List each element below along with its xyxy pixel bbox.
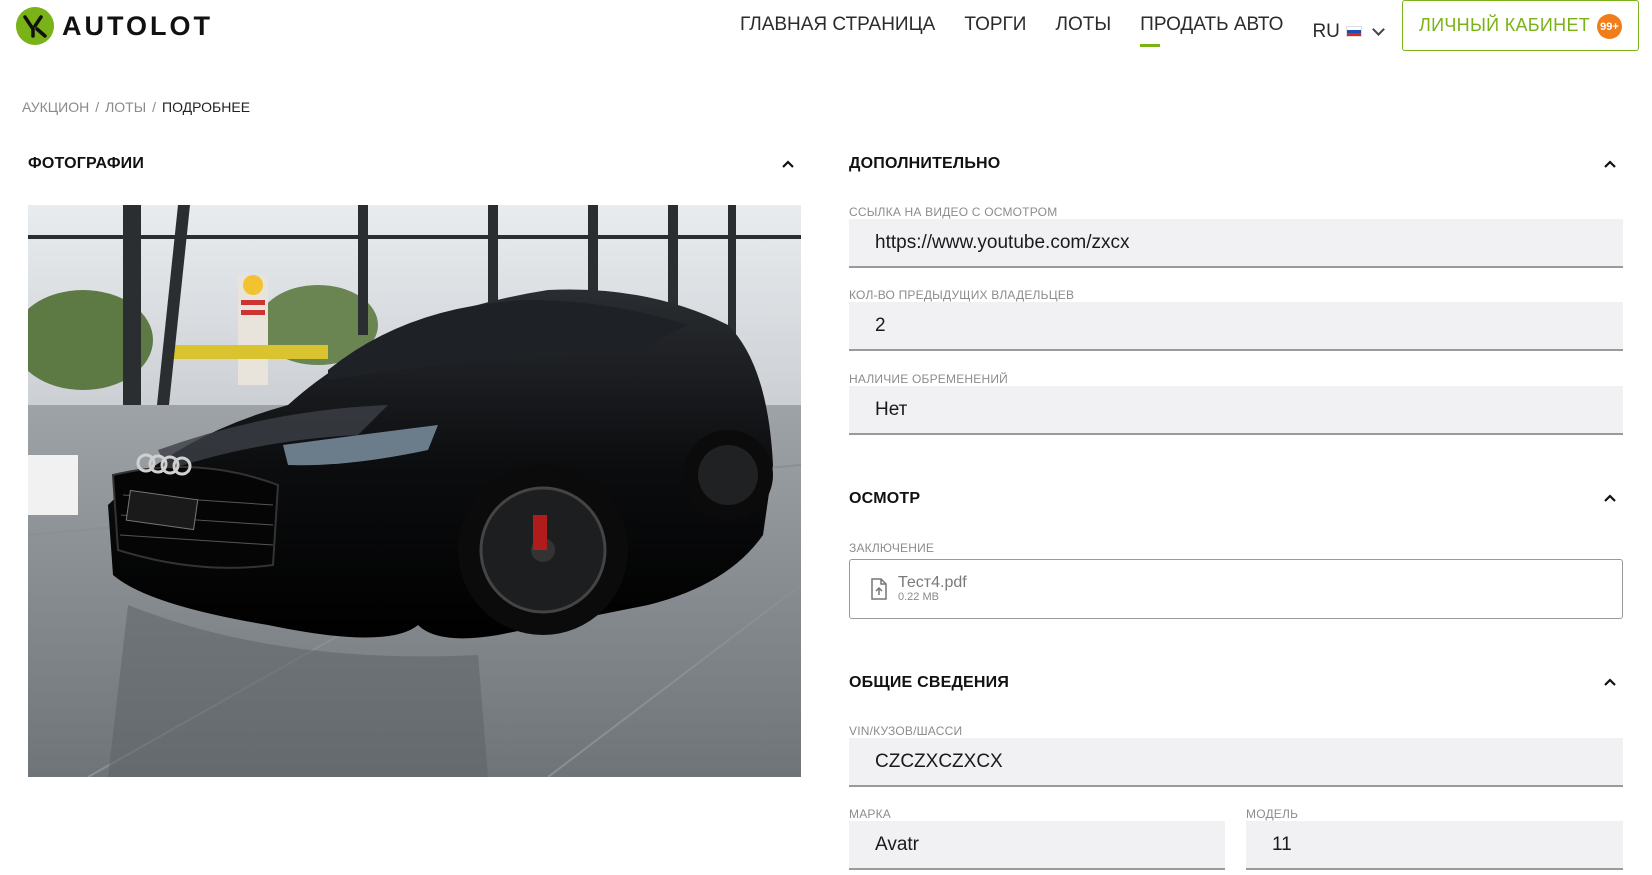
breadcrumb-lots[interactable]: ЛОТЫ (105, 99, 146, 115)
model-field[interactable]: 11 (1246, 821, 1623, 870)
encumbrance-label: НАЛИЧИЕ ОБРЕМЕНЕНИЙ (849, 372, 1008, 386)
nav-item-auctions[interactable]: ТОРГИ (964, 14, 1026, 50)
top-header: AUTOLOT ГЛАВНАЯ СТРАНИЦА ТОРГИ ЛОТЫ ПРОД… (0, 0, 1652, 64)
conclusion-label: ЗАКЛЮЧЕНИЕ (849, 541, 935, 555)
vin-label: VIN/КУЗОВ/ШАССИ (849, 724, 963, 738)
logo-icon (16, 7, 54, 45)
nav-item-home[interactable]: ГЛАВНАЯ СТРАНИЦА (740, 14, 935, 50)
nav-item-lots[interactable]: ЛОТЫ (1055, 14, 1111, 50)
breadcrumb-auction[interactable]: АУКЦИОН (22, 99, 89, 115)
brand-field[interactable]: Avatr (849, 821, 1225, 870)
main-nav: ГЛАВНАЯ СТРАНИЦА ТОРГИ ЛОТЫ ПРОДАТЬ АВТО… (740, 14, 1385, 50)
conclusion-file[interactable]: Тест4.pdf 0.22 MB (849, 559, 1623, 619)
breadcrumb-separator: / (152, 99, 157, 115)
personal-cabinet-label: ЛИЧНЫЙ КАБИНЕТ (1419, 15, 1591, 35)
russian-flag-icon (1345, 25, 1362, 37)
notification-badge: 99+ (1597, 14, 1622, 39)
photos-section-title: ФОТОГРАФИИ (28, 155, 145, 172)
general-section-title: ОБЩИЕ СВЕДЕНИЯ (849, 674, 1010, 691)
logo[interactable]: AUTOLOT (16, 7, 213, 45)
file-upload-icon (871, 578, 887, 600)
file-name: Тест4.pdf (898, 574, 967, 591)
additional-section-title: ДОПОЛНИТЕЛЬНО (849, 155, 1001, 172)
chevron-up-icon[interactable] (1601, 674, 1619, 692)
language-code: RU (1312, 21, 1340, 42)
file-size: 0.22 MB (898, 591, 939, 603)
car-photo-image (28, 205, 801, 777)
chevron-down-icon (1372, 22, 1385, 36)
chevron-up-icon[interactable] (1601, 156, 1619, 174)
video-link-field[interactable]: https://www.youtube.com/zxcx (849, 219, 1623, 268)
logo-text: AUTOLOT (62, 10, 213, 41)
previous-owners-field[interactable]: 2 (849, 302, 1623, 351)
video-link-label: ССЫЛКА НА ВИДЕО С ОСМОТРОМ (849, 205, 1058, 219)
encumbrance-field[interactable]: Нет (849, 386, 1623, 435)
inspection-section-title: ОСМОТР (849, 490, 921, 507)
model-label: МОДЕЛЬ (1246, 807, 1299, 821)
chevron-up-icon[interactable] (1601, 490, 1619, 508)
nav-item-sell-car[interactable]: ПРОДАТЬ АВТО (1140, 14, 1283, 50)
language-selector[interactable]: RU (1312, 14, 1385, 50)
previous-owners-label: КОЛ-ВО ПРЕДЫДУЩИХ ВЛАДЕЛЬЦЕВ (849, 288, 1075, 302)
car-photo[interactable] (28, 205, 801, 777)
chevron-up-icon[interactable] (779, 156, 797, 174)
breadcrumb-current: ПОДРОБНЕЕ (162, 99, 251, 115)
personal-cabinet-button[interactable]: ЛИЧНЫЙ КАБИНЕТ 99+ (1402, 0, 1639, 51)
brand-label: МАРКА (849, 807, 891, 821)
breadcrumb: АУКЦИОН / ЛОТЫ / ПОДРОБНЕЕ (22, 99, 250, 115)
breadcrumb-separator: / (95, 99, 100, 115)
vin-field[interactable]: CZCZXCZXCX (849, 738, 1623, 787)
